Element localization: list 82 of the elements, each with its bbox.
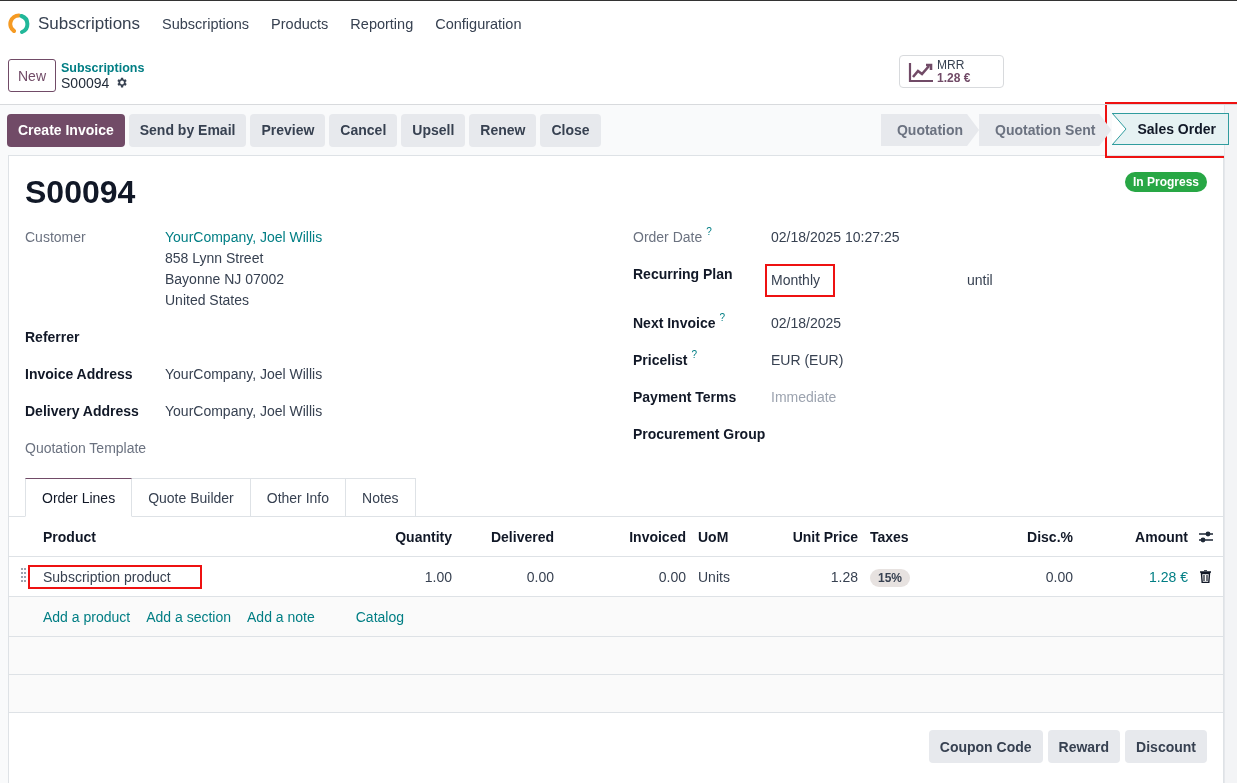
- field-value: 02/18/2025: [771, 314, 842, 333]
- table-cell: Units: [698, 568, 730, 585]
- column-header: Unit Price: [791, 528, 859, 545]
- status-stage[interactable]: Quotation Sent: [979, 114, 1112, 146]
- settings-icon[interactable]: [115, 76, 129, 89]
- address-line: 858 Lynn Street: [165, 249, 264, 268]
- promo-button[interactable]: Coupon Code: [928, 730, 1043, 763]
- table-cell: 0.00: [526, 568, 554, 585]
- table-cell: 0.00: [1045, 568, 1073, 585]
- field-value: Monthly: [771, 271, 821, 290]
- field-label: Invoice Address: [25, 365, 133, 384]
- column-settings-icon[interactable]: [1197, 529, 1214, 544]
- add-line-link[interactable]: Catalog: [355, 608, 404, 625]
- tab[interactable]: Order Lines: [25, 478, 133, 517]
- add-line-link[interactable]: Add a product: [43, 608, 131, 625]
- tab[interactable]: Quote Builder: [132, 478, 251, 517]
- field-label: Referrer: [25, 328, 80, 347]
- field-label: Procurement Group: [633, 425, 766, 444]
- field-label: Recurring Plan: [633, 265, 733, 284]
- scrollbar[interactable]: [1224, 105, 1237, 783]
- field-label: Order Date: [633, 228, 703, 247]
- field-label: Next Invoice: [633, 314, 716, 333]
- status-stage[interactable]: Sales Order: [1112, 113, 1229, 145]
- action-button[interactable]: Upsell: [401, 113, 466, 147]
- field-label: Pricelist: [633, 351, 688, 370]
- tab[interactable]: Other Info: [250, 478, 347, 517]
- address-line: United States: [165, 291, 250, 310]
- promo-button[interactable]: Discount: [1125, 730, 1207, 763]
- table-cell: Subscription product: [43, 568, 171, 585]
- field-value: EUR (EUR): [771, 351, 844, 370]
- column-header: Amount: [1134, 528, 1189, 545]
- trash-icon[interactable]: [1200, 570, 1211, 583]
- drag-handle-icon[interactable]: [21, 568, 26, 582]
- field-label: Quotation Template: [25, 439, 147, 458]
- menu-item[interactable]: Configuration: [435, 16, 522, 32]
- action-button[interactable]: Create Invoice: [7, 113, 125, 147]
- app-name[interactable]: Subscriptions: [38, 14, 141, 34]
- action-button[interactable]: Send by Email: [128, 113, 247, 147]
- tax-tag: 15%: [870, 568, 911, 587]
- table-cell: 1.00: [424, 568, 452, 585]
- column-header: Taxes: [869, 528, 910, 545]
- chevron-notch: [1112, 113, 1129, 145]
- column-header: Invoiced: [628, 528, 687, 545]
- address-line: Bayonne NJ 07002: [165, 270, 285, 289]
- column-header: Product: [42, 528, 97, 545]
- action-button[interactable]: Cancel: [329, 113, 398, 147]
- field-label: Payment Terms: [633, 388, 737, 407]
- help-mark[interactable]: ?: [706, 227, 712, 237]
- field-value: 02/18/2025 10:27:25: [771, 228, 900, 247]
- field-value[interactable]: YourCompany, Joel Willis: [165, 227, 323, 248]
- field-value: YourCompany, Joel Willis: [165, 402, 323, 421]
- status-badge: In Progress: [1124, 172, 1207, 192]
- promo-button[interactable]: Reward: [1047, 730, 1121, 763]
- menu-item[interactable]: Reporting: [350, 16, 414, 32]
- field-suffix: until: [967, 271, 993, 290]
- new-button[interactable]: New: [8, 59, 56, 92]
- table-cell: 0.00: [658, 568, 686, 585]
- action-button[interactable]: Preview: [250, 113, 326, 147]
- menu-item[interactable]: Subscriptions: [162, 16, 250, 32]
- column-header: Delivered: [489, 528, 555, 545]
- column-header: Quantity: [394, 528, 453, 545]
- field-value: YourCompany, Joel Willis: [165, 365, 323, 384]
- action-button[interactable]: Close: [540, 113, 601, 147]
- mrr-button[interactable]: MRR 1.28 €: [899, 55, 1004, 88]
- help-mark[interactable]: ?: [691, 350, 698, 360]
- trend-chart-icon: [908, 60, 934, 83]
- add-line-link[interactable]: Add a section: [146, 608, 231, 625]
- breadcrumb-link[interactable]: Subscriptions: [61, 60, 145, 75]
- action-button[interactable]: Renew: [469, 113, 537, 147]
- add-line-link[interactable]: Add a note: [247, 608, 315, 625]
- field-label: Delivery Address: [25, 402, 139, 421]
- help-mark[interactable]: ?: [719, 313, 726, 323]
- tab[interactable]: Notes: [346, 478, 416, 517]
- field-label: Customer: [25, 228, 86, 247]
- record-name: S00094: [61, 74, 110, 91]
- record-title: S00094: [25, 173, 136, 212]
- table-cell: 1.28: [830, 568, 858, 585]
- column-header: Disc.%: [1026, 528, 1074, 545]
- amount-link[interactable]: 1.28 €: [1149, 568, 1188, 585]
- status-stage[interactable]: Quotation: [880, 114, 980, 146]
- menu-item[interactable]: Products: [271, 16, 329, 32]
- column-header: UoM: [697, 528, 730, 545]
